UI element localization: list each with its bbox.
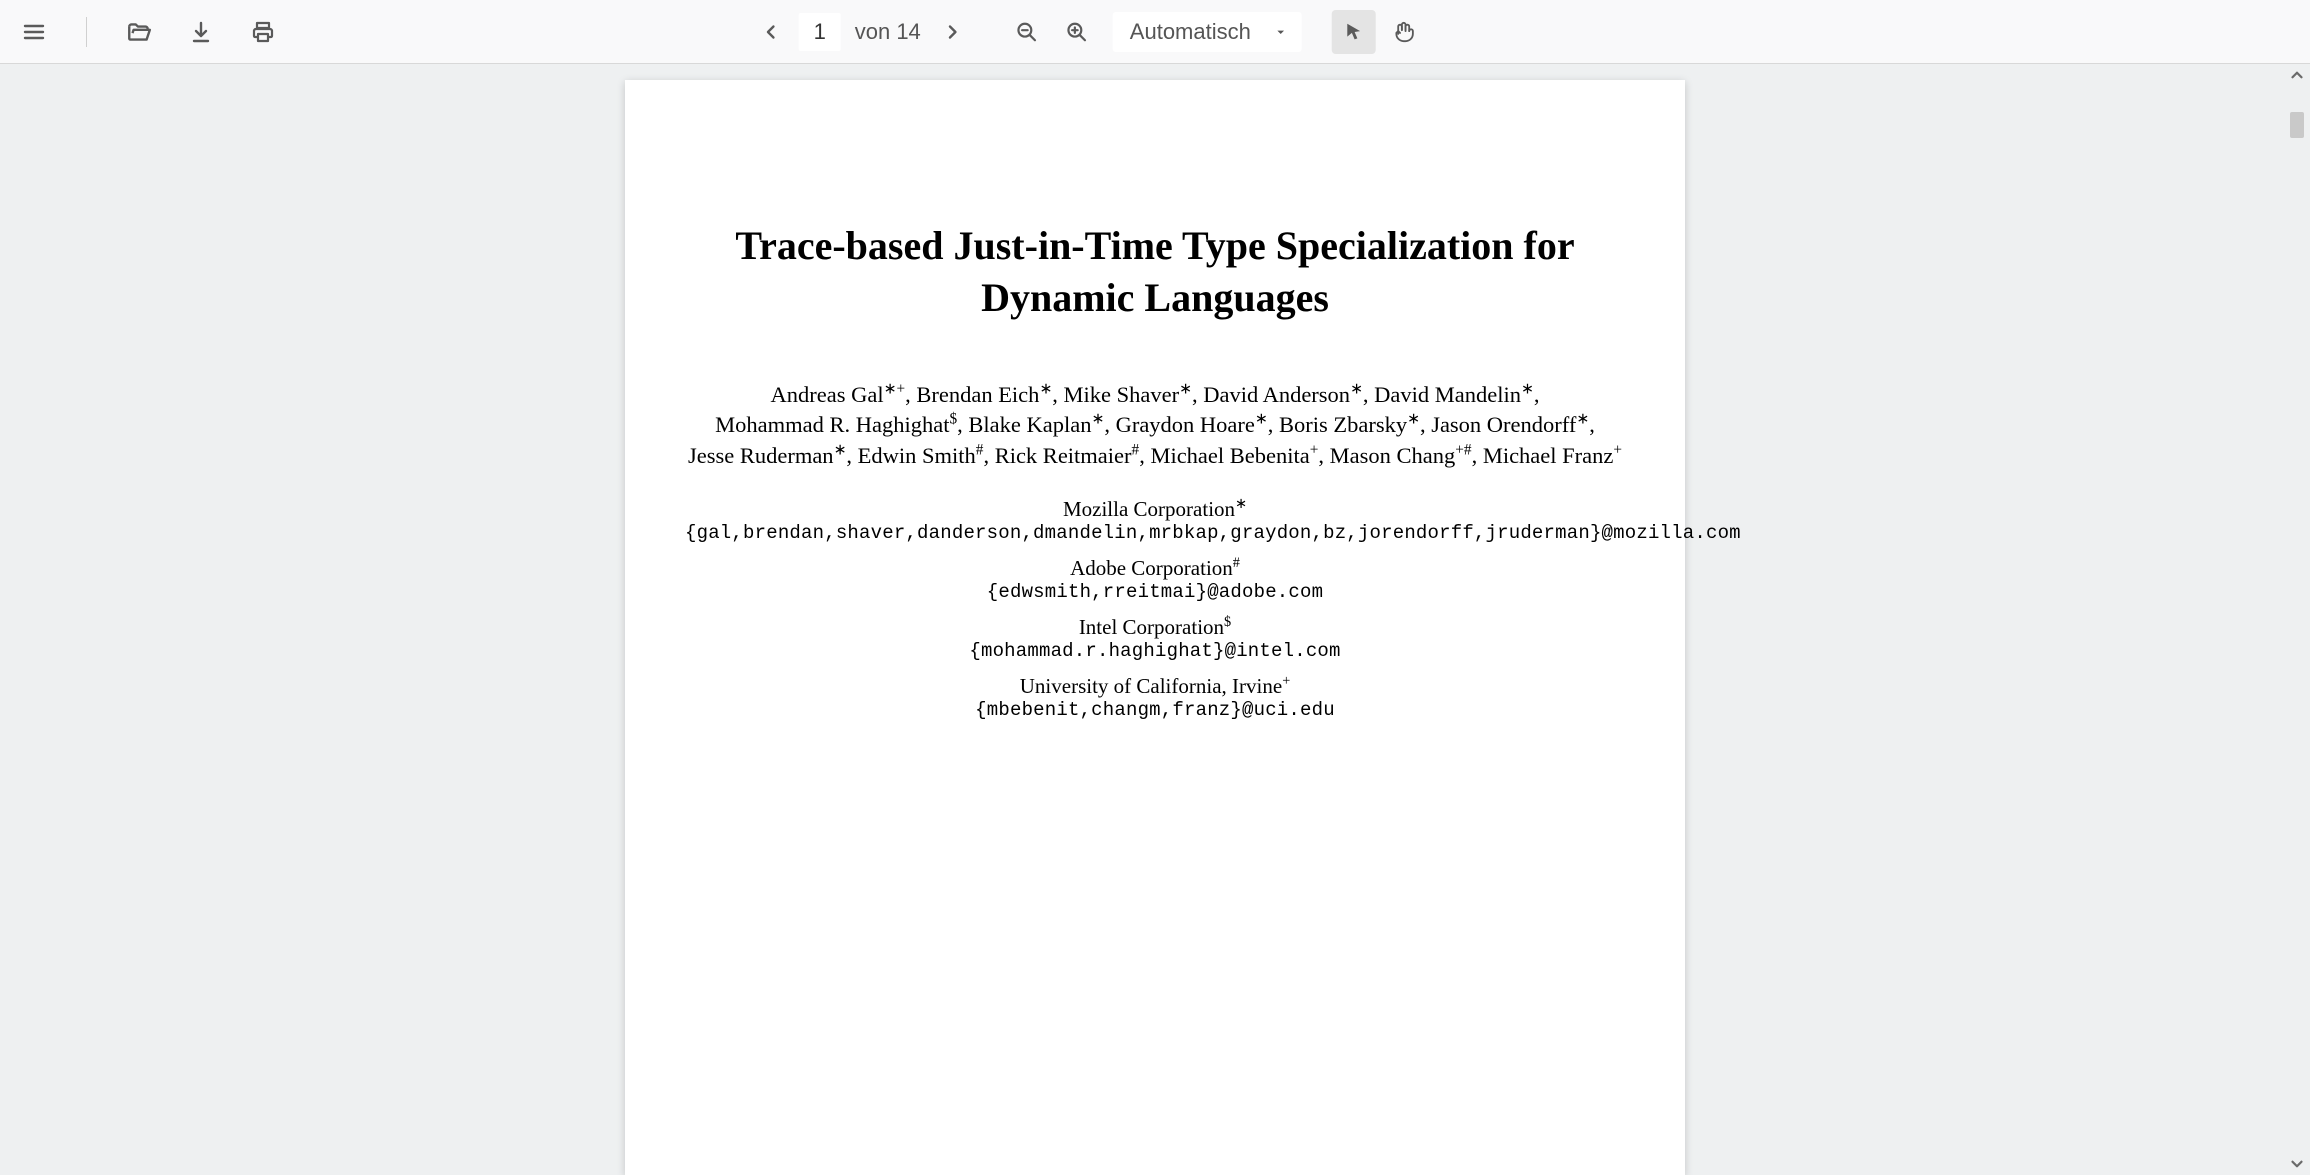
affiliation-email: {edwsmith,rreitmai}@adobe.com	[685, 581, 1625, 603]
zoom-out-button[interactable]	[1005, 10, 1049, 54]
pdf-viewer: Trace-based Just-in-Time Type Specializa…	[0, 64, 2310, 1175]
page-count-label: von 14	[855, 19, 921, 45]
download-icon	[189, 20, 213, 44]
download-button[interactable]	[179, 10, 223, 54]
previous-page-button[interactable]	[749, 10, 793, 54]
hand-icon	[1393, 21, 1415, 43]
author-line: Andreas Gal∗+, Brendan Eich∗, Mike Shave…	[685, 380, 1625, 410]
affiliation-email: {mbebenit,changm,franz}@uci.edu	[685, 699, 1625, 721]
print-icon	[251, 20, 275, 44]
affiliation-email: {mohammad.r.haghighat}@intel.com	[685, 640, 1625, 662]
folder-open-icon	[126, 19, 152, 45]
zoom-in-button[interactable]	[1055, 10, 1099, 54]
scroll-down-icon[interactable]	[2288, 1153, 2306, 1175]
zoom-in-icon	[1066, 21, 1088, 43]
chevron-left-icon	[760, 21, 782, 43]
zoom-out-icon	[1016, 21, 1038, 43]
menu-icon	[22, 20, 46, 44]
affiliation-name: Mozilla Corporation∗	[685, 497, 1625, 522]
affiliation-name: Adobe Corporation#	[685, 556, 1625, 581]
current-page-input[interactable]	[799, 13, 841, 51]
chevron-down-icon	[1273, 24, 1289, 40]
pdf-toolbar: von 14 Automatisch	[0, 0, 2310, 64]
chevron-right-icon	[942, 21, 964, 43]
author-line: Jesse Ruderman∗, Edwin Smith#, Rick Reit…	[685, 441, 1625, 471]
open-file-button[interactable]	[117, 10, 161, 54]
scroll-thumb[interactable]	[2290, 112, 2304, 138]
affiliation-block: University of California, Irvine+ {mbebe…	[685, 674, 1625, 721]
select-tool-button[interactable]	[1332, 10, 1376, 54]
affiliation-block: Intel Corporation$ {mohammad.r.haghighat…	[685, 615, 1625, 662]
print-button[interactable]	[241, 10, 285, 54]
affiliation-block: Mozilla Corporation∗ {gal,brendan,shaver…	[685, 497, 1625, 544]
pdf-page: Trace-based Just-in-Time Type Specializa…	[625, 80, 1685, 1175]
next-page-button[interactable]	[931, 10, 975, 54]
affiliation-name: Intel Corporation$	[685, 615, 1625, 640]
toolbar-center-group: von 14 Automatisch	[749, 10, 1426, 54]
scroll-up-icon[interactable]	[2288, 64, 2306, 86]
zoom-select[interactable]: Automatisch	[1113, 12, 1302, 52]
paper-title: Trace-based Just-in-Time Type Specializa…	[685, 220, 1625, 324]
affiliation-name: University of California, Irvine+	[685, 674, 1625, 699]
cursor-icon	[1343, 21, 1365, 43]
menu-button[interactable]	[12, 10, 56, 54]
paper-authors: Andreas Gal∗+, Brendan Eich∗, Mike Shave…	[685, 380, 1625, 471]
scrollbar[interactable]	[2284, 64, 2310, 1175]
affiliation-email: {gal,brendan,shaver,danderson,dmandelin,…	[685, 522, 1625, 544]
toolbar-left-group	[12, 10, 285, 54]
zoom-select-label: Automatisch	[1130, 19, 1251, 45]
author-line: Mohammad R. Haghighat$, Blake Kaplan∗, G…	[685, 410, 1625, 440]
toolbar-separator	[86, 17, 87, 47]
hand-tool-button[interactable]	[1382, 10, 1426, 54]
affiliation-block: Adobe Corporation# {edwsmith,rreitmai}@a…	[685, 556, 1625, 603]
